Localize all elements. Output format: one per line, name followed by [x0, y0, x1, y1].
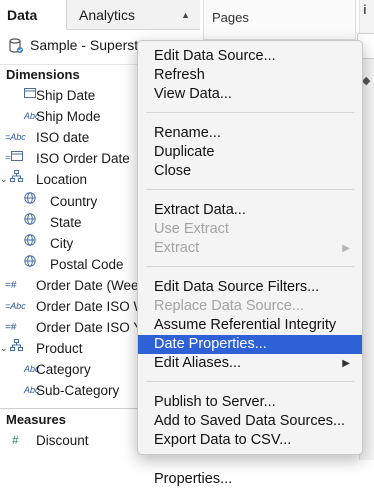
menu-item-label: Properties... [154, 471, 233, 487]
field-name: Product [36, 341, 83, 357]
tab-analytics[interactable]: Analytics ▲ [66, 0, 200, 30]
menu-separator [146, 458, 354, 459]
menu-item-extract-data[interactable]: Extract Data... [138, 201, 362, 220]
menu-item-refresh[interactable]: Refresh [138, 66, 362, 85]
pages-shelf-label: Pages [212, 10, 249, 25]
menu-item-duplicate[interactable]: Duplicate [138, 143, 362, 162]
menu-item-export-data-to-csv[interactable]: Export Data to CSV... [138, 431, 362, 450]
menu-item-label: Edit Data Source... [154, 48, 276, 64]
submenu-arrow-icon: ▶ [342, 358, 350, 369]
calendar-icon [24, 85, 36, 106]
menu-item-properties[interactable]: Properties... [138, 470, 362, 489]
field-name: Postal Code [50, 256, 124, 272]
menu-item-publish-to-server[interactable]: Publish to Server... [138, 393, 362, 412]
menu-item-rename[interactable]: Rename... [138, 124, 362, 143]
field-name: Country [50, 193, 98, 209]
calc-number-icon: =# [5, 279, 17, 291]
menu-separator [146, 381, 354, 382]
field-name: Discount [36, 433, 89, 448]
menu-item-label: Duplicate [154, 144, 215, 160]
menu-item-label: Assume Referential Integrity [154, 317, 337, 333]
field-name: Order Date ISO We [36, 299, 154, 314]
menu-item-label: Extract [154, 240, 200, 256]
sort-arrows-icon[interactable]: ▲ [181, 0, 190, 30]
field-name: City [50, 235, 74, 251]
field-name: Ship Date [36, 88, 96, 103]
calc-calendar-icon: = [5, 148, 23, 169]
hierarchy-icon [10, 169, 23, 190]
globe-icon [24, 233, 36, 254]
info-icon[interactable]: i [363, 2, 367, 17]
menu-item-use-extract: Use Extract [138, 220, 362, 239]
menu-item-date-properties[interactable]: Date Properties... [138, 335, 362, 354]
field-name: Category [36, 362, 91, 378]
field-name: Sub-Category [36, 383, 120, 399]
marks-icon: ◆ [362, 75, 371, 87]
menu-separator [146, 112, 354, 113]
menu-item-label: Refresh [154, 67, 205, 83]
collapse-chevron-icon[interactable]: ⌄ [0, 338, 8, 359]
tab-data[interactable]: Data [0, 0, 66, 30]
menu-item-label: Close [154, 163, 192, 179]
menu-item-label: Edit Aliases... [154, 355, 242, 371]
menu-item-label: Add to Saved Data Sources... [154, 413, 346, 429]
menu-item-edit-aliases[interactable]: Edit Aliases... ▶ [138, 354, 362, 373]
menu-item-label: Edit Data Source Filters... [154, 279, 320, 295]
menu-item-label: Extract Data... [154, 202, 246, 218]
globe-icon [24, 191, 36, 212]
tab-analytics-label: Analytics [79, 7, 136, 23]
menu-item-label: Export Data to CSV... [154, 432, 292, 448]
menu-item-extract: Extract ▶ [138, 239, 362, 258]
field-name: Order Date (Week ( [36, 277, 154, 293]
menu-item-label: Publish to Server... [154, 394, 276, 410]
menu-item-replace-data-source: Replace Data Source... [138, 297, 362, 316]
menu-item-label: Use Extract [154, 221, 229, 237]
menu-separator [146, 189, 354, 190]
number-icon: # [12, 433, 19, 447]
menu-item-add-to-saved-data-sources[interactable]: Add to Saved Data Sources... [138, 412, 362, 431]
menu-item-label: Date Properties... [154, 336, 267, 352]
menu-item-edit-data-source[interactable]: Edit Data Source... [138, 47, 362, 66]
globe-icon [24, 212, 36, 233]
menu-item-label: Replace Data Source... [154, 298, 304, 314]
collapse-chevron-icon[interactable]: ⌄ [0, 169, 8, 190]
menu-item-view-data[interactable]: View Data... [138, 85, 362, 104]
calc-abc-icon: =Abc [5, 301, 26, 311]
field-name: ISO date [36, 130, 90, 146]
menu-item-edit-data-source-filters[interactable]: Edit Data Source Filters... [138, 278, 362, 297]
pages-shelf[interactable]: Pages [203, 0, 356, 40]
field-name: Ship Mode [36, 109, 101, 125]
calc-abc-icon: =Abc [5, 132, 26, 143]
menu-item-assume-referential-integrity[interactable]: Assume Referential Integrity [138, 316, 362, 335]
data-source-context-menu: Edit Data Source... Refresh View Data... Re… [137, 40, 363, 487]
menu-item-label: Rename... [154, 125, 221, 141]
calc-number-icon: =# [5, 322, 17, 334]
hierarchy-icon [10, 338, 23, 359]
field-name: Location [36, 172, 88, 188]
menu-separator [146, 266, 354, 267]
pane-tabs: Data Analytics ▲ [0, 0, 200, 30]
menu-item-close[interactable]: Close [138, 162, 362, 181]
field-name: ISO Order Date [36, 151, 130, 167]
globe-icon [24, 254, 36, 275]
submenu-arrow-icon: ▶ [342, 243, 350, 254]
menu-item-label: View Data... [154, 86, 232, 102]
field-name: State [50, 214, 82, 230]
database-icon [9, 38, 23, 53]
